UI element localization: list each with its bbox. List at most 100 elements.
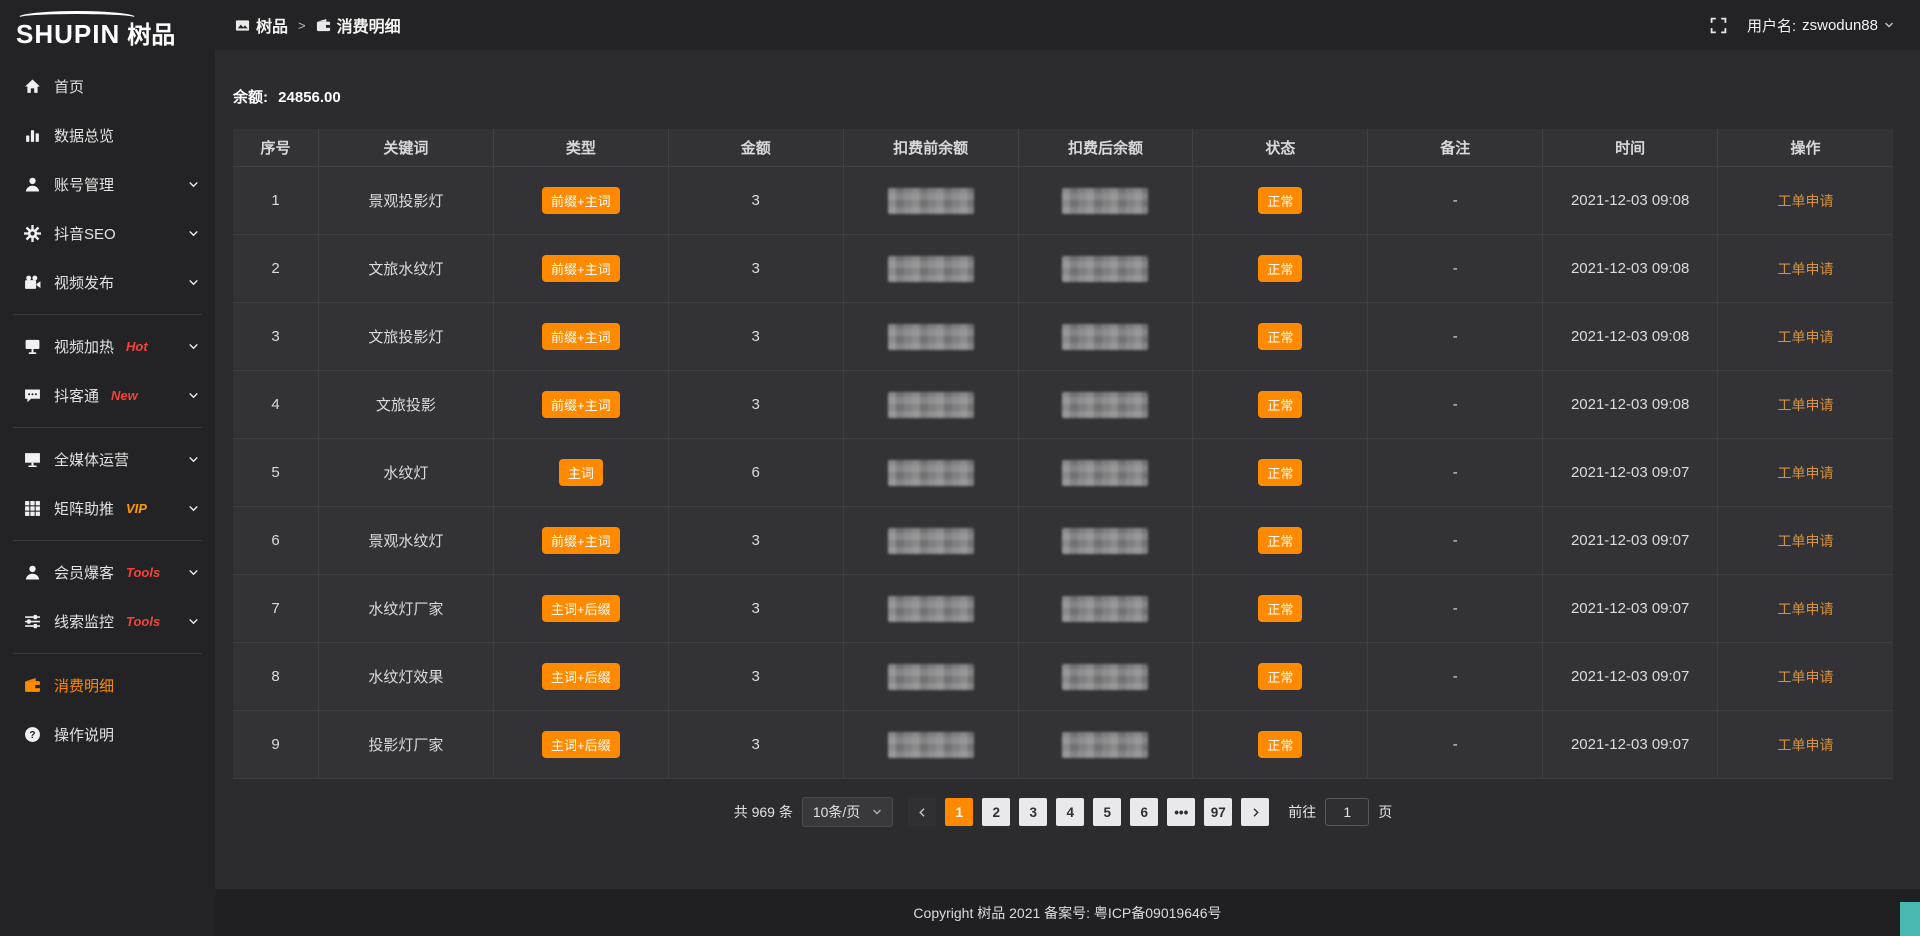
action-link[interactable]: 工单申请 bbox=[1778, 531, 1834, 551]
cell-keyword: 景观水纹灯 bbox=[319, 507, 494, 575]
sidebar-item-douketong[interactable]: 抖客通New bbox=[0, 371, 215, 420]
sidebar-item-clue-monitor[interactable]: 线索监控Tools bbox=[0, 597, 215, 646]
action-link[interactable]: 工单申请 bbox=[1778, 667, 1834, 687]
cell-index: 6 bbox=[233, 507, 319, 575]
cell-index: 4 bbox=[233, 371, 319, 439]
sidebar-item-label: 视频发布 bbox=[54, 272, 114, 293]
type-badge: 前缀+主词 bbox=[542, 187, 620, 214]
breadcrumb-item-shupin[interactable]: 树品 bbox=[235, 13, 288, 37]
corner-widget[interactable] bbox=[1900, 902, 1920, 936]
cell-type: 前缀+主词 bbox=[494, 507, 669, 575]
chevron-down-icon bbox=[188, 616, 199, 627]
cell-keyword: 水纹灯厂家 bbox=[319, 575, 494, 643]
sidebar-item-label: 操作说明 bbox=[54, 724, 114, 745]
cell-balance-after bbox=[1019, 643, 1194, 711]
chevron-down-icon bbox=[1884, 20, 1894, 30]
cell-type: 前缀+主词 bbox=[494, 235, 669, 303]
sidebar-item-label: 抖客通 bbox=[54, 385, 99, 406]
chat-icon bbox=[24, 387, 41, 404]
page-button-4[interactable]: 4 bbox=[1056, 798, 1084, 826]
table-row: 7水纹灯厂家主词+后缀3正常-2021-12-03 09:07工单申请 bbox=[233, 575, 1893, 643]
action-link[interactable]: 工单申请 bbox=[1778, 259, 1834, 279]
breadcrumb-label: 树品 bbox=[256, 13, 288, 37]
action-link[interactable]: 工单申请 bbox=[1778, 599, 1834, 619]
top-header: 树品>消费明细 用户名: zswodun88 bbox=[215, 0, 1920, 50]
breadcrumb-item-consume-detail[interactable]: 消费明细 bbox=[316, 13, 401, 37]
sidebar-item-label: 矩阵助推 bbox=[54, 498, 114, 519]
cell-amount: 3 bbox=[669, 167, 844, 235]
chevron-down-icon bbox=[188, 228, 199, 239]
page-button-5[interactable]: 5 bbox=[1093, 798, 1121, 826]
sidebar-item-matrix-boost[interactable]: 矩阵助推VIP bbox=[0, 484, 215, 533]
panel-icon bbox=[235, 18, 250, 33]
chevron-down-icon bbox=[188, 179, 199, 190]
type-badge: 前缀+主词 bbox=[542, 391, 620, 418]
action-link[interactable]: 工单申请 bbox=[1778, 735, 1834, 755]
cell-balance-before bbox=[844, 371, 1019, 439]
table-row: 2文旅水纹灯前缀+主词3正常-2021-12-03 09:08工单申请 bbox=[233, 235, 1893, 303]
cell-balance-after bbox=[1019, 711, 1194, 779]
sidebar-item-video-publish[interactable]: 视频发布 bbox=[0, 258, 215, 307]
cell-time: 2021-12-03 09:07 bbox=[1543, 439, 1718, 507]
cell-type: 主词+后缀 bbox=[494, 643, 669, 711]
cell-remark: - bbox=[1368, 167, 1543, 235]
action-link[interactable]: 工单申请 bbox=[1778, 191, 1834, 211]
cell-balance-after bbox=[1019, 303, 1194, 371]
page-button-97[interactable]: 97 bbox=[1204, 798, 1232, 826]
page-button-2[interactable]: 2 bbox=[982, 798, 1010, 826]
sidebar-item-label: 全媒体运营 bbox=[54, 449, 129, 470]
cell-balance-after bbox=[1019, 371, 1194, 439]
cell-index: 5 bbox=[233, 439, 319, 507]
cell-index: 9 bbox=[233, 711, 319, 779]
action-link[interactable]: 工单申请 bbox=[1778, 327, 1834, 347]
cell-amount: 3 bbox=[669, 575, 844, 643]
cell-type: 前缀+主词 bbox=[494, 303, 669, 371]
redacted-value bbox=[888, 528, 974, 554]
header-right: 用户名: zswodun88 bbox=[1710, 15, 1894, 36]
goto-label: 前往 bbox=[1288, 802, 1316, 822]
sidebar-divider bbox=[13, 314, 202, 315]
sidebar-item-data-overview[interactable]: 数据总览 bbox=[0, 111, 215, 160]
cell-amount: 3 bbox=[669, 711, 844, 779]
cell-status: 正常 bbox=[1193, 303, 1368, 371]
redacted-value bbox=[1062, 596, 1148, 622]
wallet-icon bbox=[316, 18, 331, 33]
sidebar-item-operation-guide[interactable]: ?操作说明 bbox=[0, 710, 215, 759]
cell-action: 工单申请 bbox=[1718, 711, 1893, 779]
sidebar-item-video-heat[interactable]: 视频加热Hot bbox=[0, 322, 215, 371]
sidebar-item-consume-detail[interactable]: 消费明细 bbox=[0, 661, 215, 710]
redacted-value bbox=[1062, 528, 1148, 554]
redacted-value bbox=[1062, 732, 1148, 758]
fullscreen-icon[interactable] bbox=[1710, 17, 1727, 34]
sidebar-item-media-operation[interactable]: 全媒体运营 bbox=[0, 435, 215, 484]
chart-icon bbox=[24, 127, 41, 144]
app-root: SHUPIN 树品 首页数据总览账号管理抖音SEO 视频发布视频加热Hot抖客通N… bbox=[0, 0, 1920, 936]
prev-page-button[interactable] bbox=[908, 798, 936, 826]
action-link[interactable]: 工单申请 bbox=[1778, 463, 1834, 483]
sidebar-divider bbox=[13, 653, 202, 654]
sidebar-divider bbox=[13, 427, 202, 428]
type-badge: 前缀+主词 bbox=[542, 255, 620, 282]
page-size-select[interactable]: 10条/页 bbox=[802, 797, 893, 827]
logo-arc-decoration bbox=[18, 11, 136, 24]
page-button-1[interactable]: 1 bbox=[945, 798, 973, 826]
cell-balance-before bbox=[844, 167, 1019, 235]
redacted-value bbox=[1062, 188, 1148, 214]
cell-keyword: 投影灯厂家 bbox=[319, 711, 494, 779]
user-menu[interactable]: 用户名: zswodun88 bbox=[1747, 15, 1894, 36]
sidebar-item-account-manage[interactable]: 账号管理 bbox=[0, 160, 215, 209]
sidebar-item-home[interactable]: 首页 bbox=[0, 62, 215, 111]
cell-time: 2021-12-03 09:08 bbox=[1543, 371, 1718, 439]
goto-page-input[interactable] bbox=[1325, 798, 1369, 826]
next-page-button[interactable] bbox=[1241, 798, 1269, 826]
cell-index: 7 bbox=[233, 575, 319, 643]
type-badge: 主词+后缀 bbox=[542, 595, 620, 622]
logo[interactable]: SHUPIN 树品 bbox=[0, 0, 215, 58]
sidebar-item-member-baoke[interactable]: 会员爆客Tools bbox=[0, 548, 215, 597]
page-button-3[interactable]: 3 bbox=[1019, 798, 1047, 826]
page-button-•••[interactable]: ••• bbox=[1167, 798, 1195, 826]
cell-balance-after bbox=[1019, 235, 1194, 303]
page-button-6[interactable]: 6 bbox=[1130, 798, 1158, 826]
sidebar-item-douyin-seo[interactable]: 抖音SEO bbox=[0, 209, 215, 258]
action-link[interactable]: 工单申请 bbox=[1778, 395, 1834, 415]
